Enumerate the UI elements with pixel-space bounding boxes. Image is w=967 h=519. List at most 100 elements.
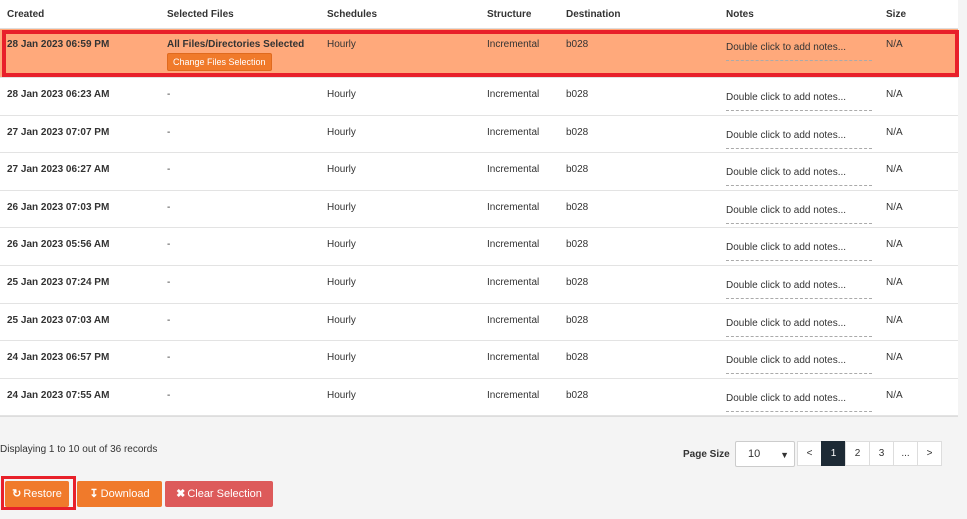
- cell-size: N/A: [879, 77, 958, 116]
- cell-selected-files: All Files/Directories Selected Change Fil…: [160, 28, 320, 78]
- table-row[interactable]: 25 Jan 2023 07:03 AM - Hourly Incremental b0…: [0, 303, 958, 342]
- cell-selected-files: -: [160, 303, 320, 342]
- cell-structure: Incremental: [480, 115, 559, 154]
- pager-page-3[interactable]: 3: [869, 441, 894, 466]
- change-files-selection-button[interactable]: Change Files Selection: [167, 53, 272, 71]
- cell-destination: b028: [559, 190, 719, 229]
- cell-selected-files: -: [160, 115, 320, 154]
- clear-label: Clear Selection: [187, 488, 262, 500]
- cell-schedule: Hourly: [320, 303, 480, 342]
- selected-files-text: -: [167, 314, 171, 326]
- col-notes[interactable]: Notes: [719, 0, 879, 29]
- records-count: Displaying 1 to 10 out of 36 records: [0, 444, 158, 455]
- cell-schedule: Hourly: [320, 28, 480, 78]
- pager-ellipsis[interactable]: ...: [893, 441, 918, 466]
- chevron-down-icon: ▼: [780, 450, 789, 460]
- notes-editable[interactable]: Double click to add notes...: [726, 280, 872, 299]
- cell-notes: Double click to add notes...: [719, 77, 879, 116]
- table-row[interactable]: 24 Jan 2023 06:57 PM - Hourly Incremental b0…: [0, 340, 958, 379]
- cell-schedule: Hourly: [320, 265, 480, 304]
- notes-editable[interactable]: Double click to add notes...: [726, 393, 872, 412]
- col-created[interactable]: Created: [0, 0, 160, 29]
- clear-selection-button[interactable]: ✖ Clear Selection: [165, 481, 273, 507]
- cell-structure: Incremental: [480, 265, 559, 304]
- cell-schedule: Hourly: [320, 378, 480, 417]
- cell-selected-files: -: [160, 265, 320, 304]
- notes-editable[interactable]: Double click to add notes...: [726, 205, 872, 224]
- pager-next[interactable]: >: [917, 441, 942, 466]
- cell-destination: b028: [559, 115, 719, 154]
- restore-label: Restore: [23, 488, 62, 500]
- table-row[interactable]: 26 Jan 2023 07:03 PM - Hourly Incremental b0…: [0, 190, 958, 229]
- selected-files-text: All Files/Directories Selected: [167, 39, 305, 50]
- cell-notes: Double click to add notes...: [719, 227, 879, 266]
- col-schedules[interactable]: Schedules: [320, 0, 480, 29]
- selected-files-text: -: [167, 276, 171, 288]
- cell-created: 28 Jan 2023 06:23 AM: [0, 77, 160, 116]
- cell-created: 26 Jan 2023 05:56 AM: [0, 227, 160, 266]
- times-icon: ✖: [176, 488, 186, 500]
- cell-structure: Incremental: [480, 28, 559, 78]
- cell-schedule: Hourly: [320, 115, 480, 154]
- cell-size: N/A: [879, 152, 958, 191]
- col-selected-files[interactable]: Selected Files: [160, 0, 320, 29]
- cell-notes: Double click to add notes...: [719, 303, 879, 342]
- table-row[interactable]: 28 Jan 2023 06:59 PM All Files/Directorie…: [0, 28, 958, 78]
- col-destination[interactable]: Destination: [559, 0, 719, 29]
- notes-editable[interactable]: Double click to add notes...: [726, 42, 872, 61]
- notes-editable[interactable]: Double click to add notes...: [726, 167, 872, 187]
- cell-structure: Incremental: [480, 77, 559, 116]
- cell-created: 24 Jan 2023 07:55 AM: [0, 378, 160, 417]
- cell-structure: Incremental: [480, 227, 559, 266]
- cell-size: N/A: [879, 28, 958, 78]
- col-structure[interactable]: Structure: [480, 0, 559, 29]
- notes-editable[interactable]: Double click to add notes...: [726, 92, 872, 111]
- table-row[interactable]: 24 Jan 2023 07:55 AM - Hourly Incremental b0…: [0, 378, 958, 417]
- cell-selected-files: -: [160, 152, 320, 191]
- selected-files-text: -: [167, 389, 171, 401]
- table-row[interactable]: 27 Jan 2023 06:27 AM - Hourly Incremental b0…: [0, 152, 958, 191]
- cell-destination: b028: [559, 227, 719, 266]
- cell-destination: b028: [559, 303, 719, 342]
- cell-size: N/A: [879, 303, 958, 342]
- cell-destination: b028: [559, 340, 719, 379]
- backups-table: Created Selected Files Schedules Structu…: [0, 0, 958, 418]
- col-size[interactable]: Size: [879, 0, 958, 29]
- page-size-select[interactable]: 10 ▼: [735, 441, 795, 467]
- cell-created: 25 Jan 2023 07:03 AM: [0, 303, 160, 342]
- cell-selected-files: -: [160, 77, 320, 116]
- pager-prev[interactable]: <: [797, 441, 822, 466]
- table-row[interactable]: 26 Jan 2023 05:56 AM - Hourly Incremental b0…: [0, 227, 958, 266]
- cell-structure: Incremental: [480, 152, 559, 191]
- cell-created: 27 Jan 2023 07:07 PM: [0, 115, 160, 154]
- cell-size: N/A: [879, 265, 958, 304]
- cell-structure: Incremental: [480, 190, 559, 229]
- cell-notes: Double click to add notes...: [719, 28, 879, 78]
- page-size-label: Page Size: [683, 449, 730, 460]
- cell-created: 26 Jan 2023 07:03 PM: [0, 190, 160, 229]
- download-button[interactable]: ↧ Download: [77, 481, 162, 507]
- restore-button[interactable]: ↻ Restore: [5, 481, 69, 507]
- cell-created: 28 Jan 2023 06:59 PM: [0, 28, 160, 78]
- table-row[interactable]: 28 Jan 2023 06:23 AM - Hourly Incremental b0…: [0, 77, 958, 116]
- notes-editable[interactable]: Double click to add notes...: [726, 318, 872, 337]
- notes-editable[interactable]: Double click to add notes...: [726, 242, 872, 262]
- refresh-icon: ↻: [12, 488, 22, 500]
- cell-destination: b028: [559, 152, 719, 191]
- cell-notes: Double click to add notes...: [719, 265, 879, 304]
- pagination: < 1 2 3 ... >: [797, 441, 942, 466]
- pager-page-2[interactable]: 2: [845, 441, 870, 466]
- table-row[interactable]: 25 Jan 2023 07:24 PM - Hourly Incremental b0…: [0, 265, 958, 304]
- cell-selected-files: -: [160, 190, 320, 229]
- notes-editable[interactable]: Double click to add notes...: [726, 355, 872, 375]
- cell-selected-files: -: [160, 340, 320, 379]
- pager-page-1[interactable]: 1: [821, 441, 846, 466]
- cell-notes: Double click to add notes...: [719, 115, 879, 154]
- selected-files-text: -: [167, 89, 171, 100]
- cell-created: 25 Jan 2023 07:24 PM: [0, 265, 160, 304]
- notes-editable[interactable]: Double click to add notes...: [726, 130, 872, 149]
- cell-schedule: Hourly: [320, 227, 480, 266]
- table-row[interactable]: 27 Jan 2023 07:07 PM - Hourly Incremental b0…: [0, 115, 958, 154]
- cell-destination: b028: [559, 77, 719, 116]
- cell-destination: b028: [559, 265, 719, 304]
